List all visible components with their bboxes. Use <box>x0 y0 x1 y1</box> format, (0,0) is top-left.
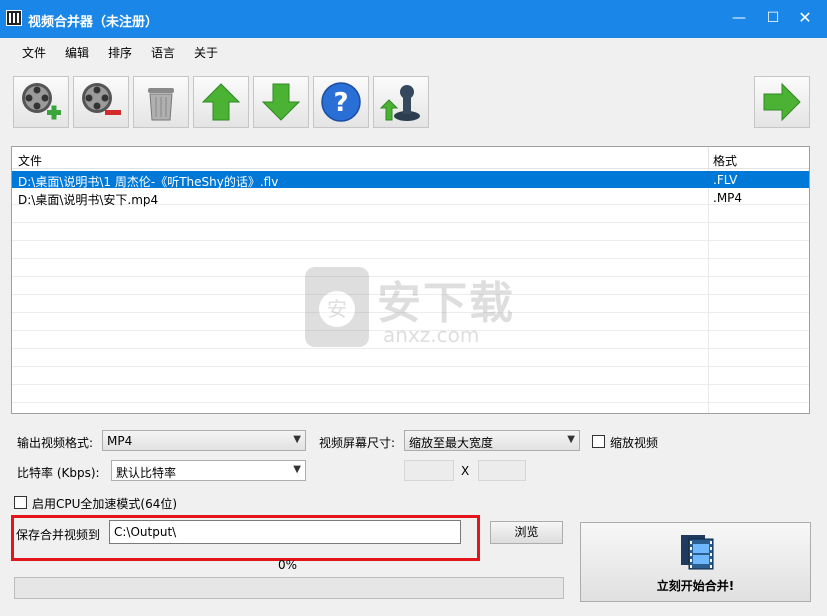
screen-size-label: 视频屏幕尺寸: <box>319 436 396 450</box>
cpu-accel-label: 启用CPU全加速模式(64位) <box>32 497 178 511</box>
chevron-down-icon: ▼ <box>293 434 301 445</box>
row-format: .MP4 <box>713 191 743 205</box>
film-strip-icon <box>681 535 714 570</box>
progress-percent: 0% <box>278 558 298 572</box>
next-button[interactable] <box>754 76 810 128</box>
watermark: 安下载 anxz.com <box>305 267 535 357</box>
watermark-subtext: anxz.com <box>383 323 480 347</box>
menu-sort[interactable]: 排序 <box>108 44 132 61</box>
move-up-button[interactable] <box>193 76 249 128</box>
scale-video-label: 缩放视频 <box>610 436 659 450</box>
width-input[interactable] <box>404 460 454 481</box>
stamp-up-icon <box>379 85 420 121</box>
row-format: .FLV <box>713 173 738 187</box>
chevron-down-icon: ▼ <box>293 464 301 475</box>
start-merge-label: 立刻开始合并! <box>656 579 735 593</box>
browse-button[interactable]: 浏览 <box>490 521 563 544</box>
menu-bar: 文件 编辑 排序 语言 关于 <box>0 38 827 66</box>
title-bar[interactable]: 视频合并器（未注册） — ☐ ✕ <box>0 0 827 38</box>
file-list-header: 文件 格式 <box>12 147 809 169</box>
row-file-path: D:\桌面\说明书\1 周杰伦-《听TheShy的话》.flv <box>18 175 279 189</box>
menu-about[interactable]: 关于 <box>194 44 218 61</box>
output-format-value: MP4 <box>107 434 133 448</box>
app-film-icon <box>6 10 22 26</box>
help-button[interactable]: ? <box>313 76 369 128</box>
size-separator: X <box>461 464 470 478</box>
minimize-button[interactable]: — <box>723 0 755 38</box>
watermark-shield-icon <box>305 267 369 347</box>
menu-edit[interactable]: 编辑 <box>65 44 89 61</box>
height-input[interactable] <box>478 460 526 481</box>
table-row[interactable]: D:\桌面\说明书\1 周杰伦-《听TheShy的话》.flv .FLV <box>12 171 809 189</box>
arrow-right-icon <box>763 82 801 122</box>
column-separator <box>708 147 709 169</box>
scale-video-checkbox[interactable] <box>592 435 605 448</box>
film-reel-minus-icon <box>82 83 121 115</box>
start-merge-button[interactable]: 立刻开始合并! <box>580 522 811 602</box>
file-list[interactable]: 文件 格式 D:\桌面\说明书\1 周杰伦-《听TheShy的话》.flv .F… <box>11 146 810 414</box>
screen-size-value: 缩放至最大宽度 <box>409 436 494 450</box>
maximize-button[interactable]: ☐ <box>757 0 789 38</box>
question-mark-icon: ? <box>321 82 361 122</box>
chevron-down-icon: ▼ <box>567 434 575 445</box>
row-file-path: D:\桌面\说明书\安下.mp4 <box>18 193 159 207</box>
add-video-button[interactable] <box>13 76 69 128</box>
watermark-text: 安下载 <box>377 278 515 329</box>
svg-text:?: ? <box>333 88 348 118</box>
trash-can-icon <box>148 88 174 121</box>
close-button[interactable]: ✕ <box>788 0 822 38</box>
column-file[interactable]: 文件 <box>18 152 42 169</box>
output-format-select[interactable]: MP4 ▼ <box>102 430 306 451</box>
remove-video-button[interactable] <box>73 76 129 128</box>
film-reel-plus-icon <box>22 83 61 120</box>
arrow-up-icon <box>201 83 241 121</box>
table-row[interactable]: D:\桌面\说明书\安下.mp4 .MP4 <box>12 189 809 207</box>
register-button[interactable] <box>373 76 429 128</box>
output-format-label: 输出视频格式: <box>17 436 94 450</box>
bitrate-value: 默认比特率 <box>116 466 177 480</box>
cpu-accel-checkbox[interactable] <box>14 496 27 509</box>
screen-size-select[interactable]: 缩放至最大宽度 ▼ <box>404 430 580 451</box>
column-format[interactable]: 格式 <box>713 152 737 169</box>
menu-file[interactable]: 文件 <box>22 44 46 61</box>
arrow-down-icon <box>261 83 301 121</box>
move-down-button[interactable] <box>253 76 309 128</box>
bitrate-label: 比特率 (Kbps): <box>17 466 100 480</box>
menu-language[interactable]: 语言 <box>151 44 175 61</box>
clear-list-button[interactable] <box>133 76 189 128</box>
toolbar: ? <box>0 68 827 132</box>
progress-bar <box>14 577 564 599</box>
highlight-box <box>11 515 480 561</box>
bitrate-select[interactable]: 默认比特率 ▼ <box>111 460 306 481</box>
window-title: 视频合并器（未注册） <box>28 15 159 30</box>
